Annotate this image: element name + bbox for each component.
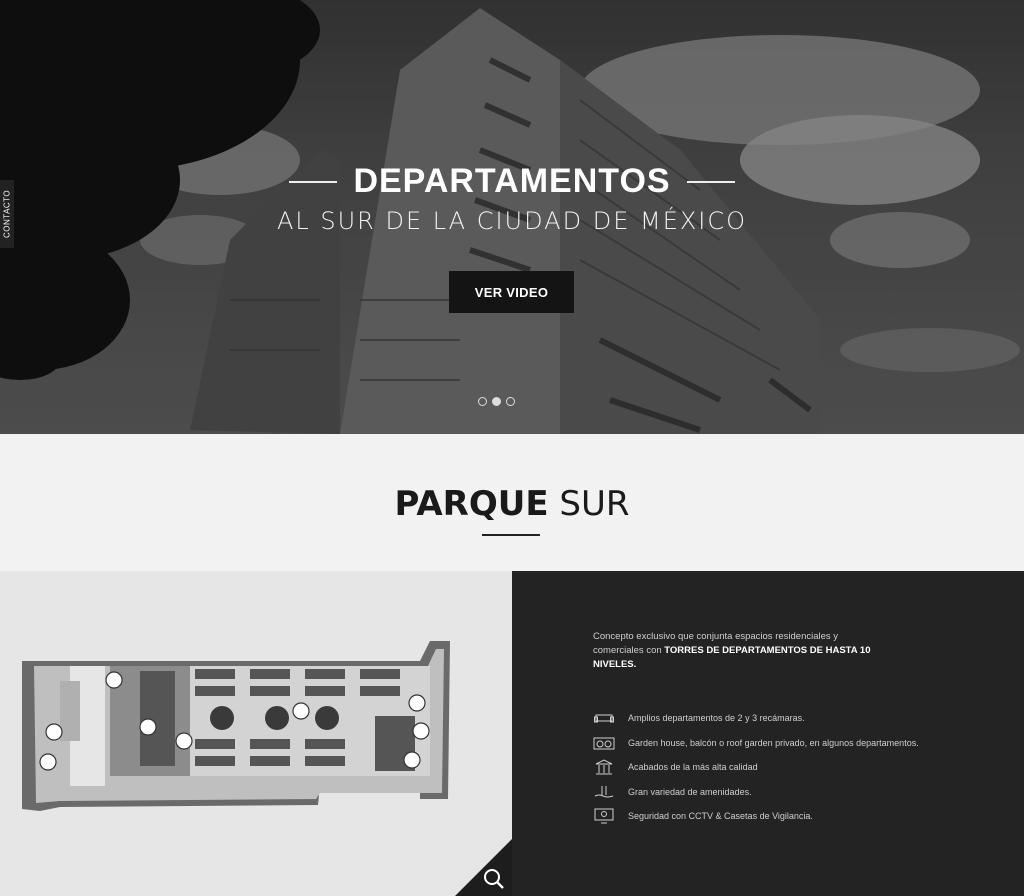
feature-label: Acabados de la más alta calidad [628,762,758,773]
section-title: PARQUE SUR [0,484,1024,524]
hero-banner: CONTACTO DEPARTAMENTOS AL SUR DE LA CIUD… [0,0,1024,434]
pool-icon [593,784,615,800]
feature-item: Amplios departamentos de 2 y 3 recámaras… [593,706,919,731]
features-list: Amplios departamentos de 2 y 3 recámaras… [593,706,919,829]
slider-dot-3[interactable] [506,397,515,406]
title-right-rule [687,180,736,183]
feature-item: Seguridad con CCTV & Casetas de Vigilanc… [593,804,919,829]
hero-title: DEPARTAMENTOS [353,162,671,200]
info-panel: Concepto exclusivo que conjunta espacios… [512,571,1024,896]
slider-dot-2[interactable] [492,397,501,406]
sofa-icon [593,710,615,726]
feature-label: Garden house, balcón o roof garden priva… [628,737,919,748]
feature-item: Acabados de la más alta calidad [593,755,919,780]
site-plan-map[interactable] [0,571,512,896]
hero-subtitle: AL SUR DE LA CIUDAD DE MÉXICO [276,207,748,235]
feature-label: Gran variedad de amenidades. [628,786,752,797]
section-title-light: SUR [559,484,630,524]
title-left-rule [288,180,337,183]
feature-label: Seguridad con CCTV & Casetas de Vigilanc… [628,811,813,822]
site-plan-panel [0,571,512,896]
garden-icon [593,735,615,751]
feature-item: Gran variedad de amenidades. [593,780,919,805]
cctv-icon [593,808,615,824]
columns-icon [593,759,615,775]
section-title-underline [482,534,540,536]
slider-dots [478,397,515,406]
intro-paragraph: Concepto exclusivo que conjunta espacios… [593,630,883,672]
section-title-bold: PARQUE [394,484,549,524]
feature-label: Amplios departamentos de 2 y 3 recámaras… [628,713,805,724]
feature-item: Garden house, balcón o roof garden priva… [593,731,919,756]
slider-dot-1[interactable] [478,397,487,406]
hero-title-row: DEPARTAMENTOS [0,162,1024,201]
section-title-band: PARQUE SUR [0,434,1024,571]
ver-video-button[interactable]: VER VIDEO [449,271,574,313]
